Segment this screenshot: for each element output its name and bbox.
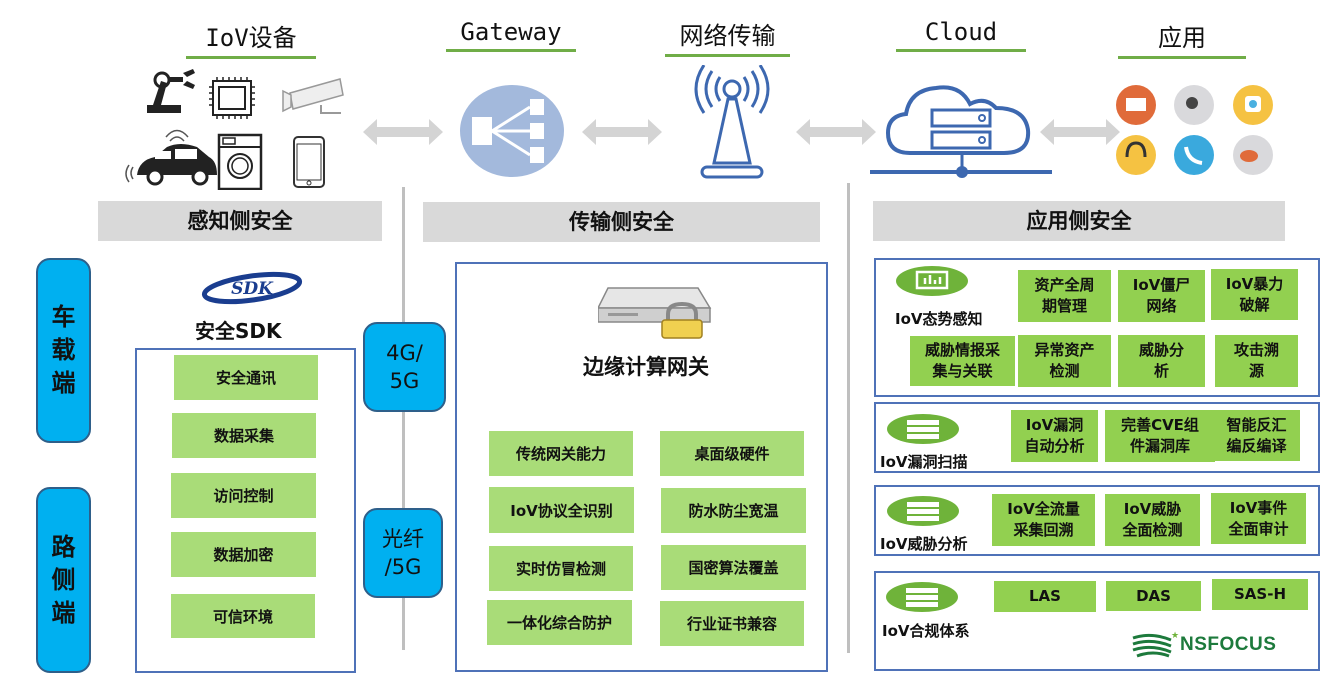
app-panel-label: IoV威胁分析: [880, 535, 968, 553]
sdk-item: 数据加密: [171, 532, 316, 577]
section-header-transport: 传输侧安全: [423, 202, 820, 242]
gateway-feature: 传统网关能力: [489, 431, 633, 476]
gateway-icon: [460, 85, 564, 177]
network-4g-5g: 4G/5G: [363, 322, 446, 412]
roadside-label: 路侧端: [36, 487, 91, 673]
phone-icon: [1174, 135, 1214, 175]
app-feature: LAS: [994, 581, 1096, 612]
server-list-icon: [886, 582, 958, 612]
robot-arm-icon: [147, 69, 195, 113]
gateway-feature: 实时仿冒检测: [489, 546, 633, 591]
section-header-perception: 感知侧安全: [98, 201, 382, 241]
sdk-item: 访问控制: [171, 473, 316, 518]
app-feature: 威胁情报采 集与关联: [910, 336, 1015, 386]
server-list-icon: [887, 414, 959, 444]
chip-icon: [209, 77, 255, 119]
app-panel-label: IoV态势感知: [895, 310, 983, 328]
svg-text:★: ★: [1171, 631, 1179, 641]
camera-icon: [282, 78, 344, 114]
section-header-application: 应用侧安全: [873, 201, 1285, 241]
connected-car-icon: [125, 129, 217, 186]
server-list-icon: [887, 496, 959, 526]
gateway-feature: 桌面级硬件: [660, 431, 804, 476]
bidirectional-arrow-icon: [582, 119, 662, 145]
bidirectional-arrow-icon: [796, 119, 876, 145]
nsfocus-brand: NSFOCUS: [1180, 634, 1277, 655]
iov-devices-icons: [125, 69, 344, 190]
sdk-item: 数据采集: [172, 413, 316, 458]
sdk-title: 安全SDK: [195, 319, 282, 343]
app-feature: 完善CVE组 件漏洞库: [1105, 410, 1215, 462]
nsfocus-logo-icon: ★: [1132, 631, 1179, 658]
column-title-network: 网络传输: [665, 16, 790, 57]
dashboard-icon: [896, 266, 968, 296]
application-icons: [1116, 85, 1273, 175]
cell-tower-icon: [694, 65, 770, 179]
gateway-feature: 一体化综合防护: [487, 600, 632, 645]
app-feature: IoV僵尸 网络: [1118, 270, 1205, 322]
sdk-item: 可信环境: [171, 594, 315, 638]
app-feature: 智能反汇 编反编译: [1213, 410, 1300, 461]
vehicle-side-label: 车载端: [36, 258, 91, 443]
network-fiber-5g: 光纤/5G: [363, 508, 443, 598]
app-feature: IoV暴力 破解: [1211, 269, 1298, 320]
gateway-feature: 国密算法覆盖: [661, 545, 806, 590]
svg-text:SDK: SDK: [231, 279, 274, 299]
app-feature: IoV漏洞 自动分析: [1011, 410, 1098, 462]
gateway-feature: 防水防尘宽温: [661, 488, 806, 533]
gateway-feature: 行业证书兼容: [660, 601, 804, 646]
app-feature: DAS: [1106, 581, 1201, 611]
edge-gateway-title: 边缘计算网关: [583, 355, 709, 379]
app-feature: 攻击溯 源: [1215, 335, 1298, 387]
column-title-cloud: Cloud: [896, 18, 1026, 52]
app-feature: 异常资产 检测: [1018, 335, 1111, 387]
app-panel-label: IoV合规体系: [882, 622, 970, 640]
app-panel-label: IoV漏洞扫描: [880, 453, 968, 471]
secure-server-icon: [598, 287, 712, 339]
divider-line: [847, 183, 850, 653]
app-feature: 威胁分 析: [1118, 335, 1205, 387]
app-feature: SAS-H: [1212, 579, 1308, 610]
sdk-logo-icon: SDK: [201, 271, 303, 305]
bidirectional-arrow-icon: [363, 119, 443, 145]
app-feature: 资产全周 期管理: [1018, 270, 1111, 322]
cloud-server-icon: [870, 85, 1052, 178]
washing-machine-icon: [217, 133, 263, 190]
column-title-iov-devices: IoV设备: [186, 18, 316, 59]
app-feature: IoV事件 全面审计: [1211, 493, 1306, 544]
sdk-item: 安全通讯: [174, 355, 318, 400]
app-feature: IoV全流量 采集回溯: [992, 494, 1095, 546]
column-title-application: 应用: [1118, 18, 1246, 59]
column-title-gateway: Gateway: [446, 18, 576, 52]
smartphone-icon: [293, 136, 325, 188]
headset-icon: [1116, 135, 1156, 175]
app-feature: IoV威胁 全面检测: [1105, 494, 1200, 546]
gateway-feature: IoV协议全识别: [489, 487, 634, 533]
